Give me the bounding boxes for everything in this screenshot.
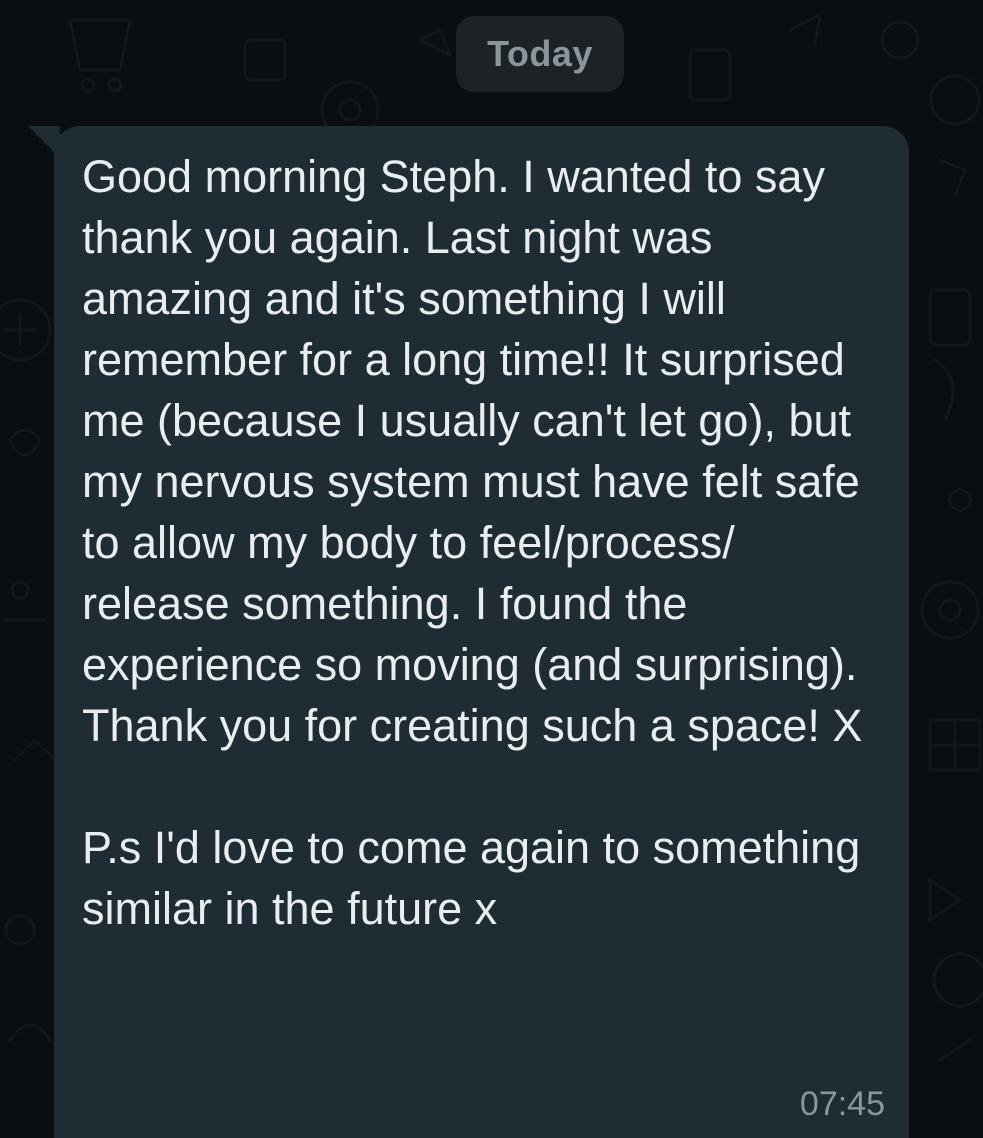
- date-separator: Today: [456, 16, 624, 92]
- message-text: Good morning Steph. I wanted to say than…: [82, 151, 863, 934]
- message-bubble-incoming[interactable]: Good morning Steph. I wanted to say than…: [54, 126, 909, 1138]
- date-separator-label: Today: [487, 33, 593, 74]
- message-timestamp: 07:45: [799, 1085, 885, 1123]
